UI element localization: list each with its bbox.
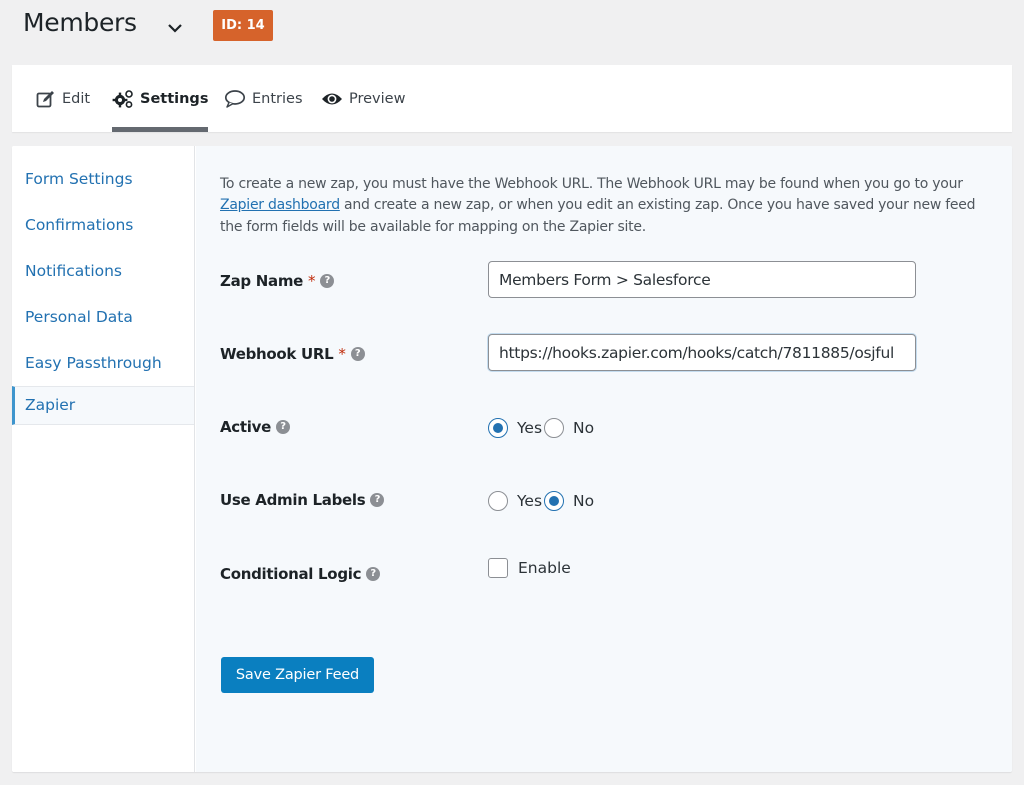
use-admin-labels-radio-group: Yes No	[488, 491, 596, 511]
eye-icon	[321, 91, 343, 107]
help-icon[interactable]: ?	[370, 493, 385, 507]
form-id-badge: ID: 14	[213, 10, 273, 41]
comment-icon	[224, 89, 246, 109]
edit-icon	[36, 90, 56, 108]
tab-edit[interactable]: Edit	[36, 65, 90, 132]
active-yes-label[interactable]: Yes	[517, 419, 542, 437]
webhook-url-label: Webhook URL * ?	[220, 345, 365, 363]
intro-text: To create a new zap, you must have the W…	[220, 176, 976, 235]
sidebar-item-zapier[interactable]: Zapier	[12, 386, 194, 425]
conditional-logic-group: Enable	[488, 558, 573, 578]
form-switcher-chevron-down-icon[interactable]	[165, 20, 185, 36]
sidebar-item-form-settings[interactable]: Form Settings	[12, 156, 194, 202]
save-zapier-feed-button[interactable]: Save Zapier Feed	[221, 657, 374, 693]
conditional-logic-label: Conditional Logic ?	[220, 565, 381, 583]
admin-labels-yes-label[interactable]: Yes	[517, 492, 542, 510]
help-icon[interactable]: ?	[350, 347, 365, 361]
active-yes-radio[interactable]	[488, 418, 508, 438]
help-icon[interactable]: ?	[320, 274, 335, 288]
sidebar-item-notifications[interactable]: Notifications	[12, 248, 194, 294]
active-radio-group: Yes No	[488, 418, 596, 438]
webhook-url-input[interactable]	[488, 334, 916, 371]
admin-labels-no-label[interactable]: No	[573, 492, 594, 510]
zap-name-label: Zap Name * ?	[220, 272, 335, 290]
help-icon[interactable]: ?	[366, 567, 381, 581]
tab-entries[interactable]: Entries	[224, 65, 303, 132]
conditional-logic-enable-label[interactable]: Enable	[518, 559, 571, 577]
admin-labels-no-radio[interactable]	[544, 491, 565, 511]
required-indicator: *	[308, 272, 316, 290]
sidebar-item-confirmations[interactable]: Confirmations	[12, 202, 194, 248]
zap-name-input[interactable]	[488, 261, 916, 298]
form-tabs-bar: Edit Settings Entries Preview	[12, 65, 1012, 132]
conditional-logic-checkbox[interactable]	[488, 558, 508, 578]
use-admin-labels-label: Use Admin Labels ?	[220, 491, 385, 509]
active-no-label[interactable]: No	[573, 419, 594, 437]
active-label: Active ?	[220, 418, 290, 436]
zapier-feed-form: To create a new zap, you must have the W…	[196, 146, 1012, 772]
zapier-dashboard-link[interactable]: Zapier dashboard	[220, 197, 340, 213]
sidebar-item-easy-passthrough[interactable]: Easy Passthrough	[12, 340, 194, 386]
help-icon[interactable]: ?	[275, 420, 290, 434]
gears-icon	[112, 89, 134, 109]
required-indicator: *	[338, 345, 346, 363]
form-title: Members	[23, 8, 137, 37]
settings-panel: Form Settings Confirmations Notification…	[12, 146, 1012, 772]
tab-settings-label: Settings	[140, 90, 209, 107]
page-header: Members ID: 14	[0, 0, 1024, 56]
tab-preview[interactable]: Preview	[321, 65, 405, 132]
settings-sidebar: Form Settings Confirmations Notification…	[12, 146, 195, 772]
tab-edit-label: Edit	[62, 90, 91, 107]
admin-labels-yes-radio[interactable]	[488, 491, 508, 511]
sidebar-item-personal-data[interactable]: Personal Data	[12, 294, 194, 340]
tab-preview-label: Preview	[349, 90, 406, 107]
tab-settings[interactable]: Settings	[112, 65, 209, 132]
active-no-radio[interactable]	[544, 418, 565, 438]
tab-entries-label: Entries	[252, 90, 303, 107]
